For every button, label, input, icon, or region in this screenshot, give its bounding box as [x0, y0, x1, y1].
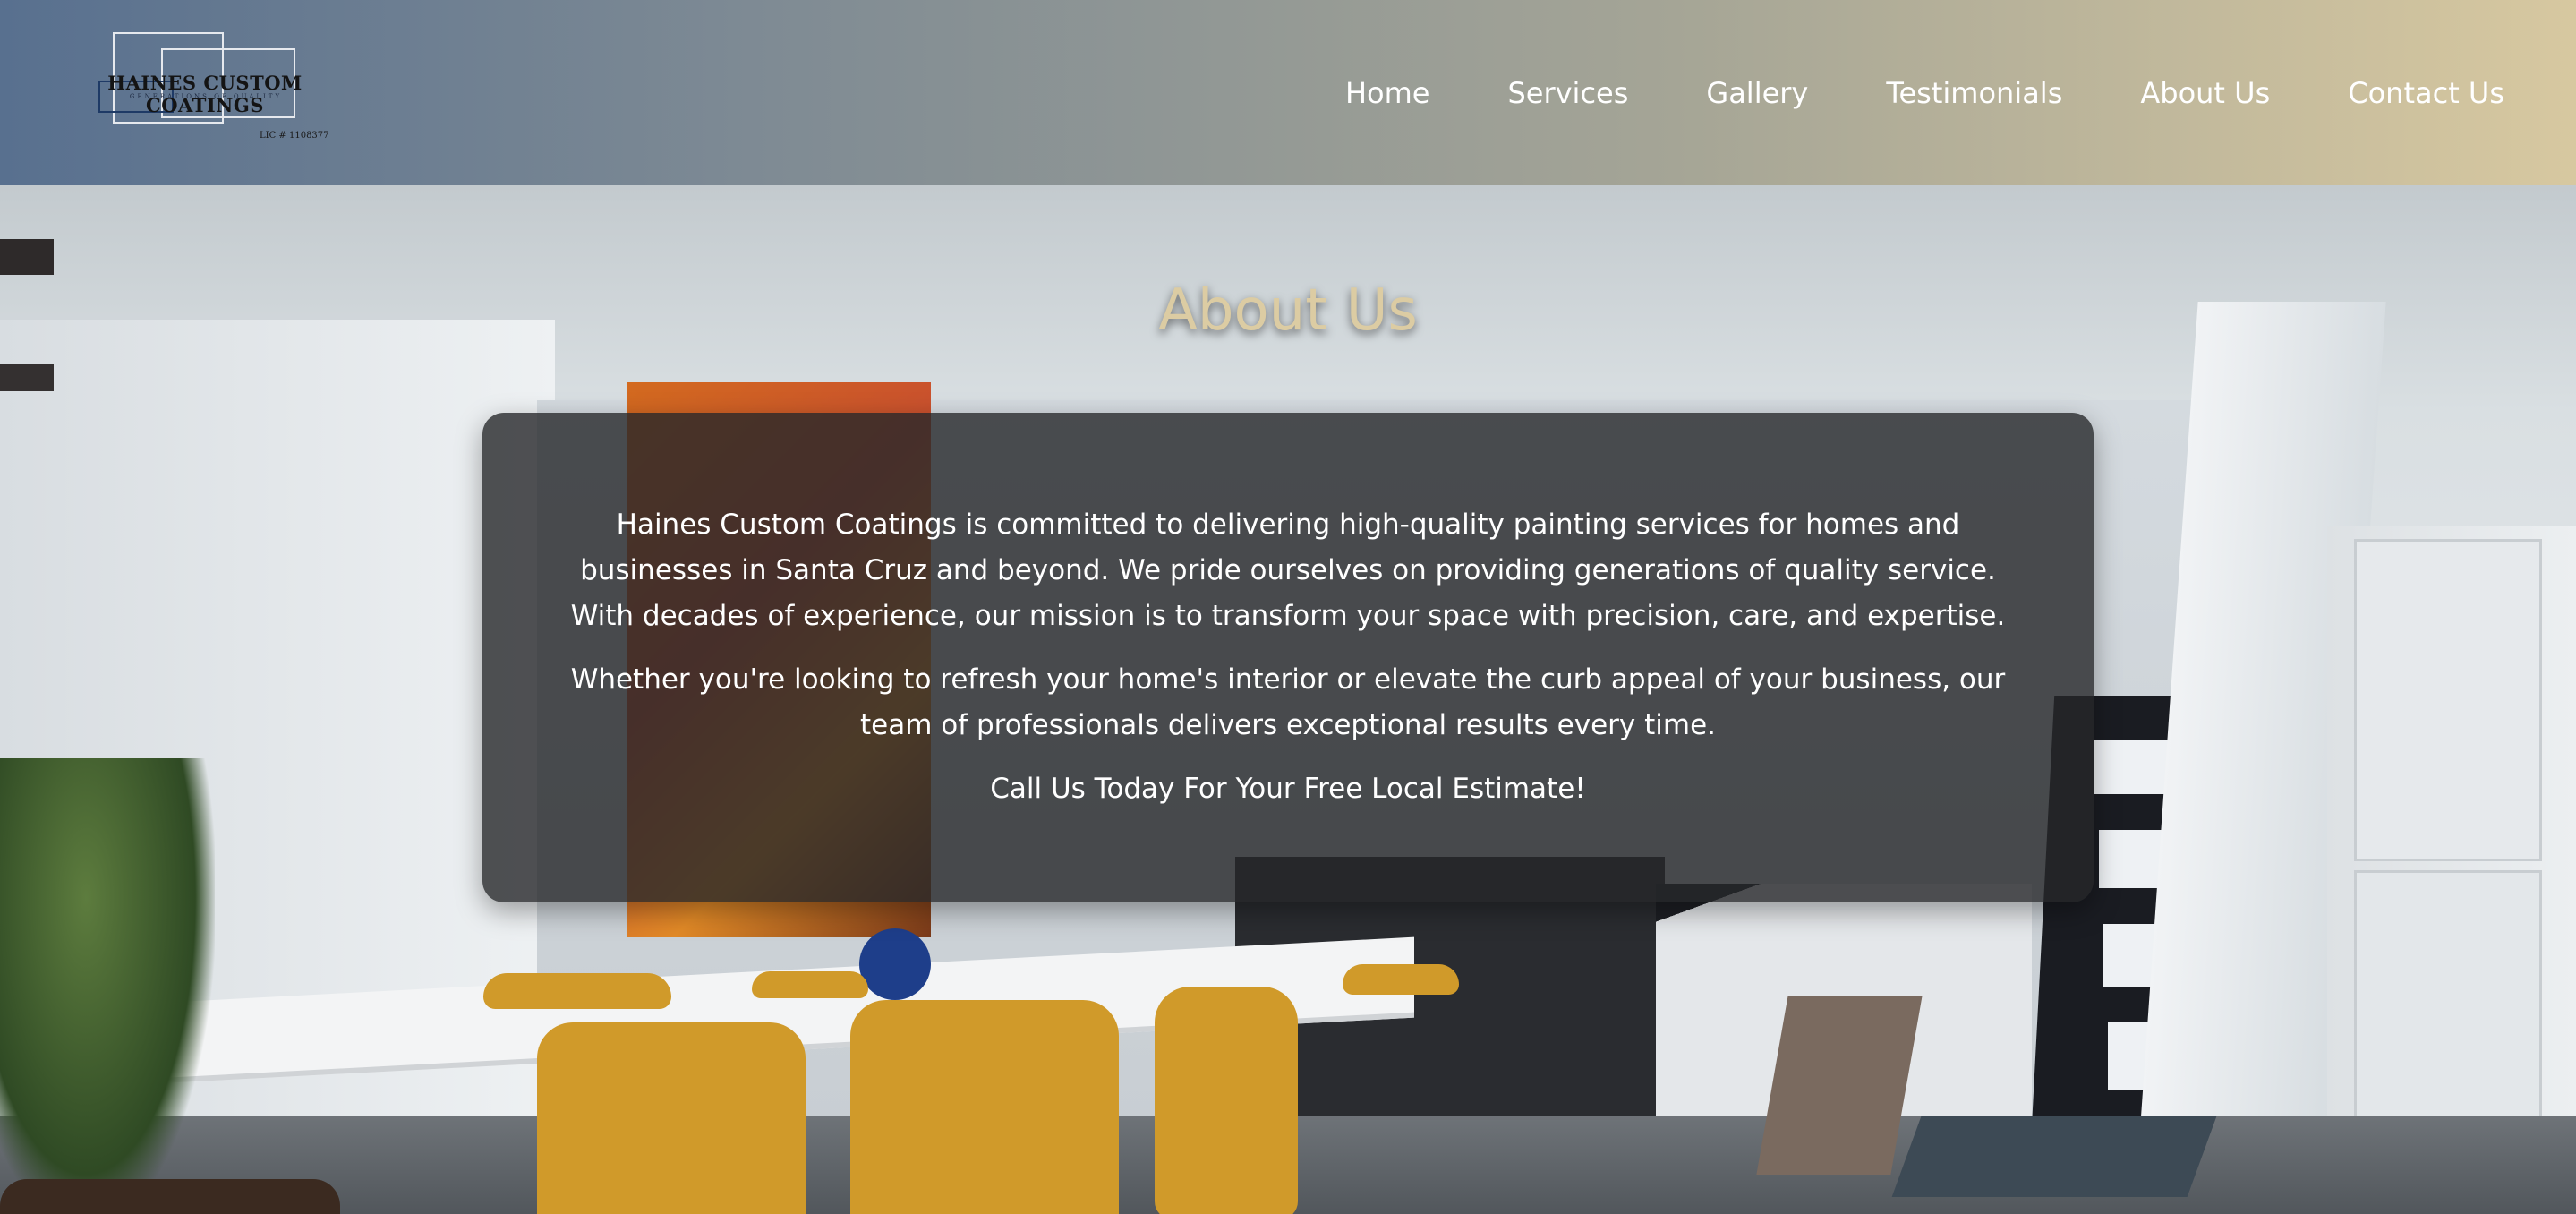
nav-home[interactable]: Home — [1345, 72, 1430, 115]
logo-tagline: GENERATIONS OF QUALITY — [129, 93, 283, 100]
about-call-to-action: Call Us Today For Your Free Local Estima… — [990, 773, 1586, 805]
nav-testimonials[interactable]: Testimonials — [1886, 72, 2062, 115]
logo-license: LIC # 1108377 — [260, 131, 329, 141]
hero-chair — [537, 1022, 806, 1214]
about-paragraph: Haines Custom Coatings is committed to d… — [570, 509, 2006, 632]
main-nav: Home Services Gallery Testimonials About… — [1345, 72, 2504, 115]
hero-rug — [1891, 1116, 2217, 1197]
hero-chair — [752, 971, 868, 998]
nav-gallery[interactable]: Gallery — [1706, 72, 1808, 115]
site-header: HAINES CUSTOM COATINGS GENERATIONS OF QU… — [0, 0, 2576, 185]
hero-beam — [0, 239, 54, 275]
nav-about-us[interactable]: About Us — [2140, 72, 2270, 115]
hero-chair — [1343, 964, 1459, 995]
hero-chair — [483, 973, 671, 1009]
nav-services[interactable]: Services — [1507, 72, 1628, 115]
about-card: Haines Custom Coatings is committed to d… — [482, 413, 2094, 902]
hero-foreground-chair — [0, 1179, 340, 1214]
hero-chair — [1155, 987, 1298, 1214]
hero-plant — [0, 758, 215, 1214]
hero-vase — [859, 928, 931, 1000]
hero-beam — [0, 364, 54, 391]
hero-chair — [850, 1000, 1119, 1214]
company-logo[interactable]: HAINES CUSTOM COATINGS GENERATIONS OF QU… — [75, 32, 335, 144]
about-paragraph: Whether you're looking to refresh your h… — [570, 663, 2006, 741]
hero-cabinet — [2354, 539, 2542, 861]
nav-contact-us[interactable]: Contact Us — [2348, 72, 2504, 115]
page-title: About Us — [1158, 278, 1418, 344]
